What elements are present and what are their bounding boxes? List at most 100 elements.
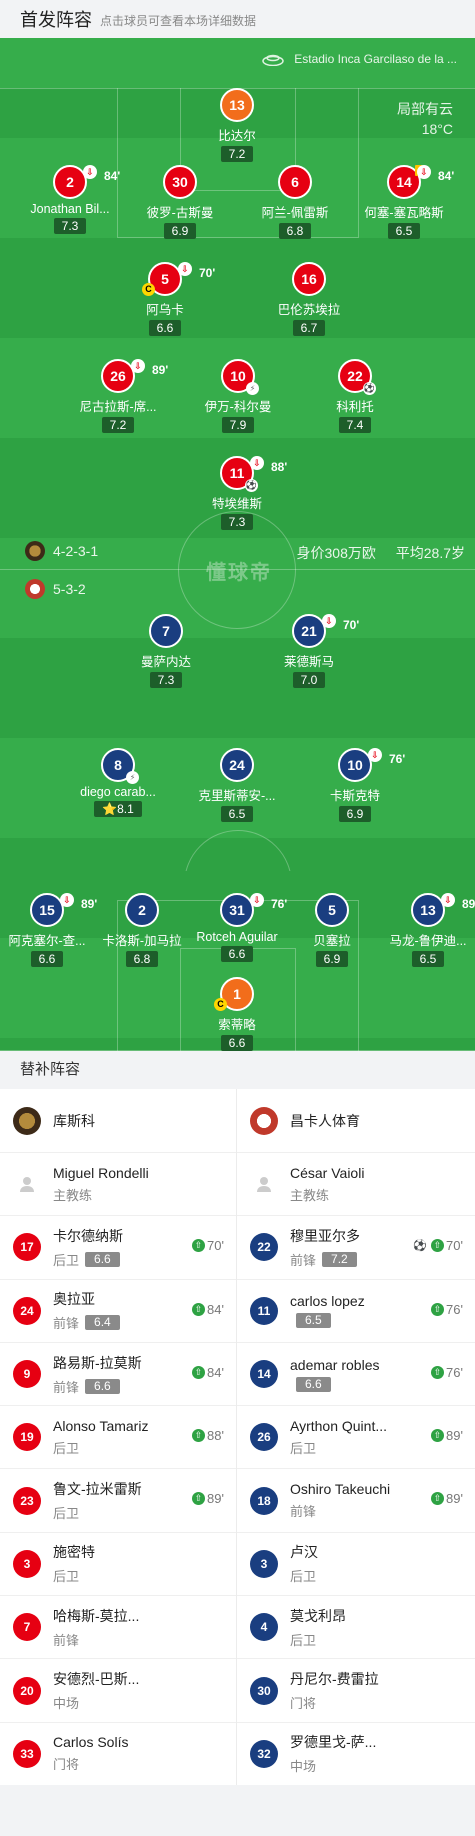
jersey: 7 bbox=[13, 1613, 41, 1642]
assist-icon: ⚡ bbox=[126, 771, 139, 784]
away-player-21[interactable]: 21 ⇩ 70' 莱德斯马 7.0 bbox=[244, 614, 374, 689]
home-team-logo bbox=[25, 541, 45, 561]
home-team-logo bbox=[13, 1106, 41, 1135]
away-sub-row[interactable]: 14 ademar robles 6.6 ⇧ 76' bbox=[237, 1343, 475, 1407]
away-coach-row[interactable]: César Vaioli 主教练 bbox=[237, 1153, 475, 1217]
away-player-13[interactable]: 13⇩89' 马龙-鲁伊迪... 6.5 bbox=[363, 893, 475, 968]
jersey: 17 bbox=[13, 1233, 41, 1262]
home-sub-row[interactable]: 9 路易斯-拉莫斯 前锋 6.6 ⇧ 84' bbox=[0, 1343, 236, 1407]
jersey: 22 ⚽ bbox=[338, 359, 376, 395]
sub-in-icon: ⇧ bbox=[192, 1302, 206, 1316]
stadium-icon bbox=[262, 54, 284, 66]
away-team-logo bbox=[250, 1106, 278, 1135]
sub-position: 中场 bbox=[53, 1696, 80, 1712]
sub-name: 奥拉亚 bbox=[53, 1291, 95, 1308]
sub-time: ⇧ 89' bbox=[431, 1491, 463, 1506]
home-sub-row[interactable]: 7 哈梅斯-莫拉... 前锋 bbox=[0, 1596, 236, 1660]
home-sub-row[interactable]: 3 施密特 后卫 bbox=[0, 1533, 236, 1597]
sub-in-icon: ⇧ bbox=[431, 1365, 445, 1379]
sub-name: 罗德里戈-萨... bbox=[290, 1734, 377, 1751]
jersey: 11 bbox=[250, 1296, 278, 1325]
sub-out-icon: ⇩ bbox=[250, 893, 264, 907]
home-sub-row[interactable]: 17 卡尔德纳斯 后卫 6.6 ⇧ 70' bbox=[0, 1216, 236, 1280]
home-sub-row[interactable]: 20 安德烈-巴斯... 中场 bbox=[0, 1659, 236, 1723]
lineup-header: 首发阵容 点击球员可查看本场详细数据 bbox=[0, 0, 475, 38]
sub-time: ⇧ 70' bbox=[192, 1238, 224, 1253]
sub-position: 门将 bbox=[290, 1696, 317, 1712]
home-player-22[interactable]: 22 ⚽ 科利托 7.4 bbox=[290, 359, 420, 434]
home-team-row: 库斯科 bbox=[0, 1089, 236, 1153]
away-player-10[interactable]: 10 ⇩ 76' 卡斯克特 6.9 bbox=[290, 748, 420, 823]
away-team-row: 昌卡人体育 bbox=[237, 1089, 475, 1153]
away-sub-row[interactable]: 32 罗德里戈-萨... 中场 bbox=[237, 1723, 475, 1786]
sub-name: 卡尔德纳斯 bbox=[53, 1227, 123, 1244]
sub-position: 前锋 6.6 bbox=[53, 1377, 142, 1396]
home-value: 身价308万欧 bbox=[296, 545, 376, 561]
watermark: 懂球帝 bbox=[206, 562, 272, 584]
sub-name: 穆里亚尔多 bbox=[290, 1227, 360, 1244]
home-sub-row[interactable]: 19 Alonso Tamariz 后卫 ⇧ 88' bbox=[0, 1406, 236, 1470]
home-player-14[interactable]: 14 ⇩ 84' 何塞-塞瓦略斯 6.5 bbox=[339, 165, 469, 240]
away-sub-row[interactable]: 11 carlos lopez 6.5 ⇧ 76' bbox=[237, 1280, 475, 1343]
jersey: 10 ⚡ bbox=[221, 359, 259, 395]
jersey: 13 bbox=[220, 88, 254, 122]
jersey: 3 bbox=[13, 1549, 41, 1578]
jersey: 2 ⇩ 84' bbox=[53, 165, 120, 199]
jersey: 9 bbox=[13, 1360, 41, 1389]
weather-temp: 18°C bbox=[421, 121, 453, 137]
jersey: 32 bbox=[250, 1739, 278, 1768]
jersey: 5 ⇩ 70' C bbox=[142, 262, 215, 296]
coach-icon bbox=[13, 1170, 41, 1198]
away-sub-row[interactable]: 30 丹尼尔-费雷拉 门将 bbox=[237, 1659, 475, 1723]
home-player-26[interactable]: 26 ⇩ 89' 尼古拉斯-席... 7.2 bbox=[53, 359, 183, 434]
weather: 局部有云 18°C bbox=[397, 99, 453, 139]
sub-time: ⇧ 84' bbox=[192, 1365, 224, 1380]
sub-name: 卢汉 bbox=[290, 1544, 318, 1561]
sub-in-icon: ⇧ bbox=[431, 1239, 445, 1253]
jersey: 14 bbox=[250, 1360, 278, 1389]
jersey: 24 bbox=[220, 748, 254, 782]
home-player-11[interactable]: 11 ⇩ 88' ⚽ 特埃维斯 7.3 bbox=[172, 456, 302, 531]
sub-rating: 6.6 bbox=[296, 1376, 331, 1392]
home-player-13[interactable]: 13 比达尔 7.2 bbox=[172, 88, 302, 163]
away-sub-row[interactable]: 4 莫戈利昂 后卫 bbox=[237, 1596, 475, 1660]
sub-time: ⇧ 89' bbox=[192, 1491, 224, 1506]
sub-time: ⇧ 76' bbox=[431, 1302, 463, 1317]
sub-rating: 6.6 bbox=[85, 1251, 120, 1267]
sub-position: 前锋 7.2 bbox=[290, 1250, 360, 1269]
sub-in-icon: ⇧ bbox=[192, 1492, 206, 1506]
sub-name: Ayrthon Quint... bbox=[290, 1417, 388, 1434]
sub-out-icon: ⇩ bbox=[250, 456, 264, 470]
sub-in-icon: ⇧ bbox=[192, 1365, 206, 1379]
away-player-8[interactable]: 8 ⚡ diego carab... ⭐8.1 bbox=[53, 748, 183, 818]
away-team-logo bbox=[25, 579, 45, 599]
sub-in-icon: ⇧ bbox=[192, 1429, 206, 1443]
captain-icon: C bbox=[142, 283, 155, 296]
sub-name: 鲁文-拉米雷斯 bbox=[53, 1481, 142, 1498]
jersey: 5 bbox=[315, 893, 349, 927]
sub-time: ⇧ 84' bbox=[192, 1302, 224, 1317]
sub-time: ⇧ 88' bbox=[192, 1428, 224, 1443]
away-sub-row[interactable]: 3 卢汉 后卫 bbox=[237, 1533, 475, 1597]
home-sub-row[interactable]: 24 奥拉亚 前锋 6.4 ⇧ 84' bbox=[0, 1280, 236, 1343]
away-sub-row[interactable]: 18 Oshiro Takeuchi 前锋 ⇧ 89' bbox=[237, 1469, 475, 1533]
away-player-24[interactable]: 24 克里斯蒂安-... 6.5 bbox=[172, 748, 302, 823]
away-sub-row[interactable]: 22 穆里亚尔多 前锋 7.2 ⚽ ⇧ 70' bbox=[237, 1216, 475, 1280]
sub-out-icon: ⇩ bbox=[441, 893, 455, 907]
home-sub-row[interactable]: 33 Carlos Solís 门将 bbox=[0, 1723, 236, 1786]
home-player-16[interactable]: 16 巴伦苏埃拉 6.7 bbox=[244, 262, 374, 337]
jersey: 20 bbox=[13, 1676, 41, 1705]
sub-position: 中场 bbox=[290, 1759, 317, 1775]
jersey: 31 ⇩ 76' bbox=[220, 893, 287, 927]
venue-name: Estadio Inca Garcilaso de la ... bbox=[294, 52, 457, 66]
home-coach-row[interactable]: Miguel Rondelli 主教练 bbox=[0, 1153, 236, 1217]
home-sub-row[interactable]: 23 鲁文-拉米雷斯 后卫 ⇧ 89' bbox=[0, 1469, 236, 1533]
home-player-30[interactable]: 30 彼罗-古斯曼 6.9 bbox=[115, 165, 245, 240]
home-player-5[interactable]: 5 ⇩ 70' C 阿乌卡 6.6 bbox=[100, 262, 230, 337]
home-player-10[interactable]: 10 ⚡ 伊万-科尔曼 7.9 bbox=[173, 359, 303, 434]
home-subs-column: 库斯科 Miguel Rondelli 主教练 17 卡尔德纳斯 后卫 6.6 ⇧ 70' 2… bbox=[0, 1089, 237, 1786]
goal-icon: ⚽ bbox=[245, 479, 258, 492]
away-sub-row[interactable]: 26 Ayrthon Quint... 后卫 ⇧ 89' bbox=[237, 1406, 475, 1470]
away-player-7[interactable]: 7 曼萨内达 7.3 bbox=[101, 614, 231, 689]
away-player-1[interactable]: 1C 索蒂略 6.6 bbox=[172, 977, 302, 1051]
